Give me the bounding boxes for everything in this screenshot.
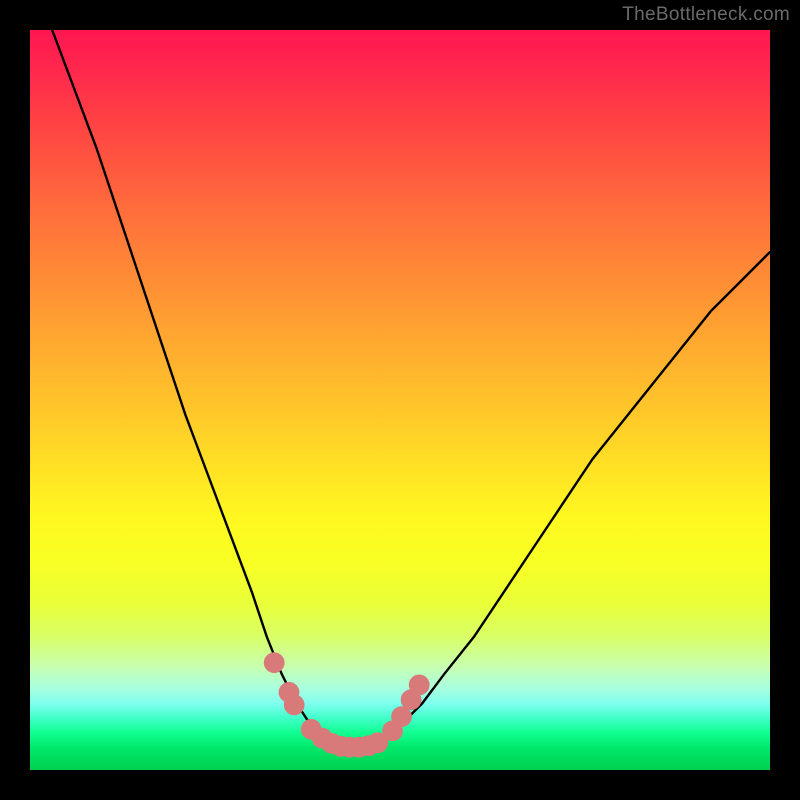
plot-area xyxy=(30,30,770,770)
chart-frame: TheBottleneck.com xyxy=(0,0,800,800)
curve-right-curve xyxy=(385,252,770,740)
curve-svg xyxy=(30,30,770,770)
data-marker xyxy=(264,652,285,673)
curve-left-curve xyxy=(52,30,326,740)
data-marker xyxy=(409,675,430,696)
data-marker xyxy=(284,695,305,716)
watermark-text: TheBottleneck.com xyxy=(622,4,790,26)
